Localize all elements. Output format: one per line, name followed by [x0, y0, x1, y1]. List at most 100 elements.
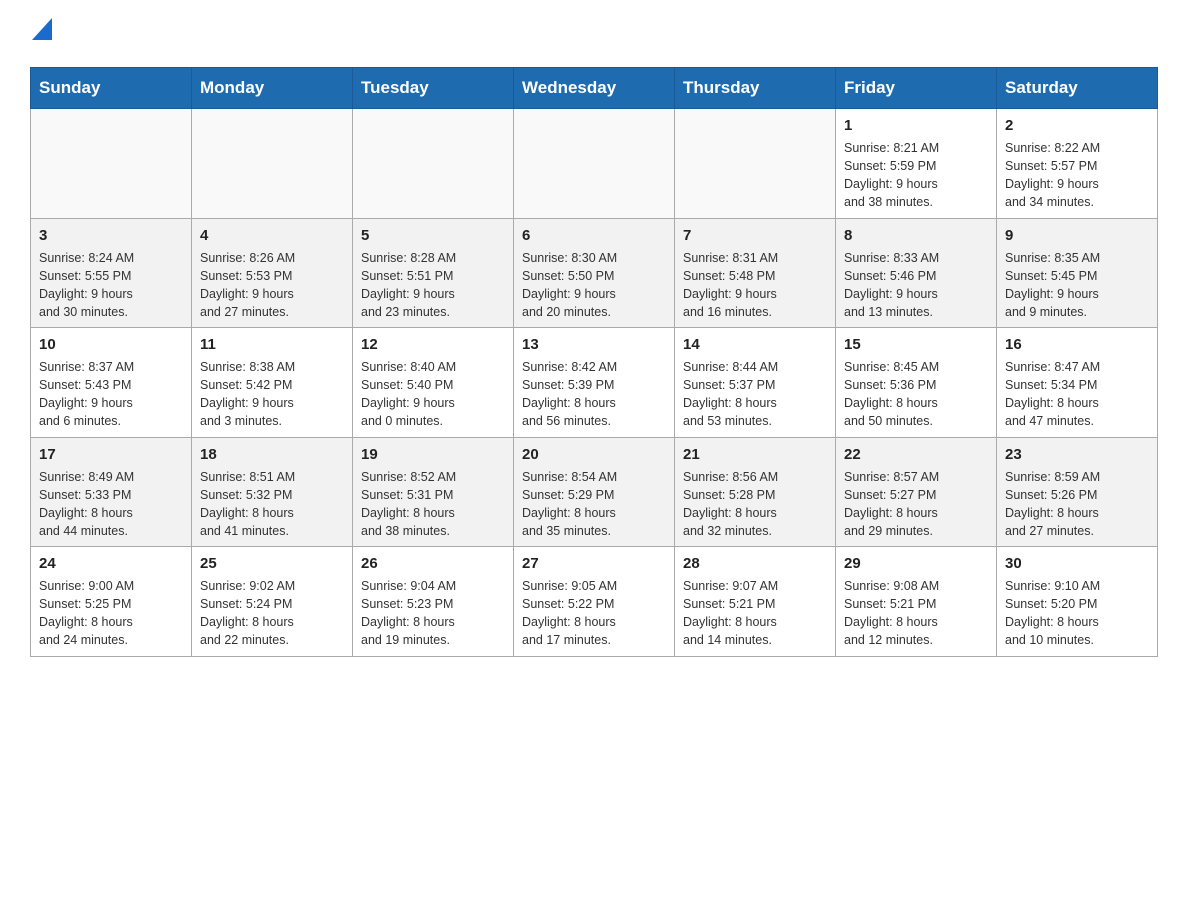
calendar-day-header: Sunday — [31, 68, 192, 109]
day-info: Sunrise: 9:05 AM Sunset: 5:22 PM Dayligh… — [522, 577, 666, 650]
calendar-day-cell: 18 Sunrise: 8:51 AM Sunset: 5:32 PM Dayli… — [192, 437, 353, 547]
day-number: 16 — [1005, 334, 1149, 355]
calendar-day-cell: 21 Sunrise: 8:56 AM Sunset: 5:28 PM Dayli… — [675, 437, 836, 547]
calendar-day-cell: 19Sunrise: 8:52 AM Sunset: 5:31 PM Dayli… — [353, 437, 514, 547]
day-number: 3 — [39, 225, 183, 246]
calendar-day-cell: 4 Sunrise: 8:26 AM Sunset: 5:53 PM Daylig… — [192, 218, 353, 328]
calendar-day-cell: 6 Sunrise: 8:30 AM Sunset: 5:50 PM Daylig… — [514, 218, 675, 328]
day-info: Sunrise: 8:26 AM Sunset: 5:53 PM Dayligh… — [200, 249, 344, 322]
day-number: 17 — [39, 444, 183, 465]
calendar-day-cell: 25Sunrise: 9:02 AM Sunset: 5:24 PM Dayli… — [192, 547, 353, 657]
day-info: Sunrise: 8:28 AM Sunset: 5:51 PM Dayligh… — [361, 249, 505, 322]
calendar-day-header: Tuesday — [353, 68, 514, 109]
calendar-day-cell: 23 Sunrise: 8:59 AM Sunset: 5:26 PM Dayli… — [997, 437, 1158, 547]
calendar-day-cell: 1 Sunrise: 8:21 AM Sunset: 5:59 PM Daylig… — [836, 109, 997, 219]
day-number: 23 — [1005, 444, 1149, 465]
day-number: 12 — [361, 334, 505, 355]
calendar-day-cell: 10 Sunrise: 8:37 AM Sunset: 5:43 PM Dayli… — [31, 328, 192, 438]
day-number: 7 — [683, 225, 827, 246]
day-number: 27 — [522, 553, 666, 574]
calendar-day-cell: 20 Sunrise: 8:54 AM Sunset: 5:29 PM Dayli… — [514, 437, 675, 547]
day-info: Sunrise: 9:07 AM Sunset: 5:21 PM Dayligh… — [683, 577, 827, 650]
calendar-day-header: Thursday — [675, 68, 836, 109]
day-info: Sunrise: 9:04 AM Sunset: 5:23 PM Dayligh… — [361, 577, 505, 650]
day-info: Sunrise: 8:30 AM Sunset: 5:50 PM Dayligh… — [522, 249, 666, 322]
calendar-day-cell: 12 Sunrise: 8:40 AM Sunset: 5:40 PM Dayli… — [353, 328, 514, 438]
calendar-day-cell: 2 Sunrise: 8:22 AM Sunset: 5:57 PM Daylig… — [997, 109, 1158, 219]
day-number: 26 — [361, 553, 505, 574]
calendar-day-cell: 28 Sunrise: 9:07 AM Sunset: 5:21 PM Dayli… — [675, 547, 836, 657]
calendar-day-cell: 5 Sunrise: 8:28 AM Sunset: 5:51 PM Daylig… — [353, 218, 514, 328]
calendar-day-cell: 15Sunrise: 8:45 AM Sunset: 5:36 PM Dayli… — [836, 328, 997, 438]
calendar-day-cell: 29 Sunrise: 9:08 AM Sunset: 5:21 PM Dayli… — [836, 547, 997, 657]
day-info: Sunrise: 8:38 AM Sunset: 5:42 PM Dayligh… — [200, 358, 344, 431]
calendar-day-cell — [514, 109, 675, 219]
calendar-week-row: 1 Sunrise: 8:21 AM Sunset: 5:59 PM Daylig… — [31, 109, 1158, 219]
day-number: 29 — [844, 553, 988, 574]
day-number: 10 — [39, 334, 183, 355]
day-info: Sunrise: 9:08 AM Sunset: 5:21 PM Dayligh… — [844, 577, 988, 650]
calendar-week-row: 3Sunrise: 8:24 AM Sunset: 5:55 PM Daylig… — [31, 218, 1158, 328]
calendar-day-cell: 8 Sunrise: 8:33 AM Sunset: 5:46 PM Daylig… — [836, 218, 997, 328]
calendar-day-header: Friday — [836, 68, 997, 109]
day-info: Sunrise: 8:51 AM Sunset: 5:32 PM Dayligh… — [200, 468, 344, 541]
calendar-day-cell: 9Sunrise: 8:35 AM Sunset: 5:45 PM Daylig… — [997, 218, 1158, 328]
day-info: Sunrise: 8:56 AM Sunset: 5:28 PM Dayligh… — [683, 468, 827, 541]
day-info: Sunrise: 8:47 AM Sunset: 5:34 PM Dayligh… — [1005, 358, 1149, 431]
day-info: Sunrise: 8:40 AM Sunset: 5:40 PM Dayligh… — [361, 358, 505, 431]
calendar-table: SundayMondayTuesdayWednesdayThursdayFrid… — [30, 67, 1158, 657]
day-number: 21 — [683, 444, 827, 465]
day-number: 18 — [200, 444, 344, 465]
calendar-day-cell: 7 Sunrise: 8:31 AM Sunset: 5:48 PM Daylig… — [675, 218, 836, 328]
day-number: 8 — [844, 225, 988, 246]
calendar-day-header: Monday — [192, 68, 353, 109]
day-info: Sunrise: 8:22 AM Sunset: 5:57 PM Dayligh… — [1005, 139, 1149, 212]
day-number: 14 — [683, 334, 827, 355]
day-number: 24 — [39, 553, 183, 574]
day-number: 19 — [361, 444, 505, 465]
day-info: Sunrise: 8:33 AM Sunset: 5:46 PM Dayligh… — [844, 249, 988, 322]
calendar-day-cell: 11 Sunrise: 8:38 AM Sunset: 5:42 PM Dayli… — [192, 328, 353, 438]
calendar-day-cell — [31, 109, 192, 219]
day-number: 20 — [522, 444, 666, 465]
day-info: Sunrise: 8:37 AM Sunset: 5:43 PM Dayligh… — [39, 358, 183, 431]
day-info: Sunrise: 8:42 AM Sunset: 5:39 PM Dayligh… — [522, 358, 666, 431]
day-info: Sunrise: 8:21 AM Sunset: 5:59 PM Dayligh… — [844, 139, 988, 212]
day-number: 6 — [522, 225, 666, 246]
day-number: 1 — [844, 115, 988, 136]
calendar-day-cell: 26 Sunrise: 9:04 AM Sunset: 5:23 PM Dayli… — [353, 547, 514, 657]
day-number: 2 — [1005, 115, 1149, 136]
calendar-day-cell: 14 Sunrise: 8:44 AM Sunset: 5:37 PM Dayli… — [675, 328, 836, 438]
day-info: Sunrise: 8:31 AM Sunset: 5:48 PM Dayligh… — [683, 249, 827, 322]
day-number: 28 — [683, 553, 827, 574]
calendar-header-row: SundayMondayTuesdayWednesdayThursdayFrid… — [31, 68, 1158, 109]
calendar-week-row: 17 Sunrise: 8:49 AM Sunset: 5:33 PM Dayli… — [31, 437, 1158, 547]
day-number: 5 — [361, 225, 505, 246]
day-info: Sunrise: 8:44 AM Sunset: 5:37 PM Dayligh… — [683, 358, 827, 431]
day-info: Sunrise: 9:02 AM Sunset: 5:24 PM Dayligh… — [200, 577, 344, 650]
day-number: 4 — [200, 225, 344, 246]
calendar-day-cell — [675, 109, 836, 219]
day-info: Sunrise: 8:49 AM Sunset: 5:33 PM Dayligh… — [39, 468, 183, 541]
calendar-day-cell — [192, 109, 353, 219]
day-number: 13 — [522, 334, 666, 355]
calendar-day-cell — [353, 109, 514, 219]
calendar-day-header: Saturday — [997, 68, 1158, 109]
calendar-day-cell: 24 Sunrise: 9:00 AM Sunset: 5:25 PM Dayli… — [31, 547, 192, 657]
day-number: 15 — [844, 334, 988, 355]
calendar-day-header: Wednesday — [514, 68, 675, 109]
day-info: Sunrise: 9:00 AM Sunset: 5:25 PM Dayligh… — [39, 577, 183, 650]
day-info: Sunrise: 8:59 AM Sunset: 5:26 PM Dayligh… — [1005, 468, 1149, 541]
calendar-day-cell: 13 Sunrise: 8:42 AM Sunset: 5:39 PM Dayli… — [514, 328, 675, 438]
day-number: 30 — [1005, 553, 1149, 574]
day-number: 9 — [1005, 225, 1149, 246]
logo — [30, 20, 52, 47]
page-header — [30, 20, 1158, 47]
calendar-day-cell: 27 Sunrise: 9:05 AM Sunset: 5:22 PM Dayli… — [514, 547, 675, 657]
day-info: Sunrise: 8:57 AM Sunset: 5:27 PM Dayligh… — [844, 468, 988, 541]
calendar-day-cell: 17 Sunrise: 8:49 AM Sunset: 5:33 PM Dayli… — [31, 437, 192, 547]
calendar-week-row: 24 Sunrise: 9:00 AM Sunset: 5:25 PM Dayli… — [31, 547, 1158, 657]
day-number: 11 — [200, 334, 344, 355]
day-info: Sunrise: 8:54 AM Sunset: 5:29 PM Dayligh… — [522, 468, 666, 541]
calendar-day-cell: 22Sunrise: 8:57 AM Sunset: 5:27 PM Dayli… — [836, 437, 997, 547]
